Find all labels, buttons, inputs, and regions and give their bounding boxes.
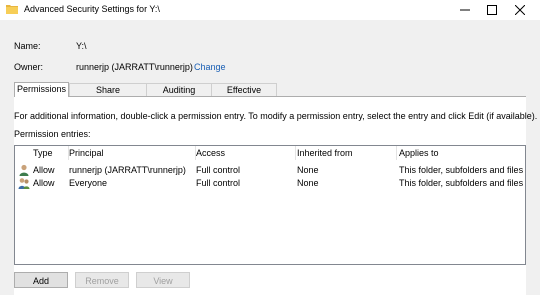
column-header-type[interactable]: Type (29, 146, 69, 160)
group-icon (18, 178, 30, 189)
permission-entries-list[interactable]: Type Principal Access Inherited from App… (14, 145, 526, 265)
row-access: Full control (196, 178, 241, 188)
tab-auditing[interactable]: Auditing (146, 83, 212, 96)
row-inherited-from: None (297, 165, 319, 175)
minimize-icon (460, 9, 470, 11)
name-value: Y:\ (76, 41, 87, 51)
row-applies-to: This folder, subfolders and files (399, 165, 524, 175)
maximize-icon (487, 5, 497, 15)
row-principal: runnerjp (JARRATT\runnerjp) (69, 165, 186, 175)
owner-value: runnerjp (JARRATT\runnerjp) (76, 62, 193, 72)
column-header-inherited-from[interactable]: Inherited from (293, 146, 397, 160)
row-access: Full control (196, 165, 241, 175)
row-inherited-from: None (297, 178, 319, 188)
close-button[interactable] (505, 0, 535, 20)
column-header-applies-to[interactable]: Applies to (395, 146, 525, 160)
minimize-button[interactable] (450, 0, 480, 20)
remove-button[interactable]: Remove (75, 272, 129, 288)
row-type: Allow (33, 165, 55, 175)
tab-effective-access[interactable]: Effective Access (211, 83, 277, 107)
row-type: Allow (33, 178, 55, 188)
row-applies-to: This folder, subfolders and files (399, 178, 524, 188)
maximize-button[interactable] (477, 0, 507, 20)
name-label: Name: (14, 41, 41, 51)
column-header-principal[interactable]: Principal (65, 146, 196, 160)
table-row[interactable]: Allow Everyone Full control None This fo… (15, 177, 525, 189)
table-row[interactable]: Allow runnerjp (JARRATT\runnerjp) Full c… (15, 164, 525, 176)
view-button[interactable]: View (136, 272, 190, 288)
close-icon (515, 5, 525, 15)
permission-entries-label: Permission entries: (14, 129, 91, 139)
window-title: Advanced Security Settings for Y:\ (24, 4, 160, 14)
owner-label: Owner: (14, 62, 44, 72)
column-header-access[interactable]: Access (192, 146, 296, 160)
folder-icon (6, 5, 18, 14)
tab-permissions[interactable]: Permissions (14, 82, 69, 97)
permissions-info-text: For additional information, double-click… (14, 111, 538, 121)
tab-share[interactable]: Share (69, 83, 147, 96)
title-bar: Advanced Security Settings for Y:\ (0, 0, 540, 20)
row-principal: Everyone (69, 178, 108, 188)
change-owner-link[interactable]: Change (194, 62, 226, 72)
add-button[interactable]: Add (14, 272, 68, 288)
user-icon (19, 164, 29, 176)
